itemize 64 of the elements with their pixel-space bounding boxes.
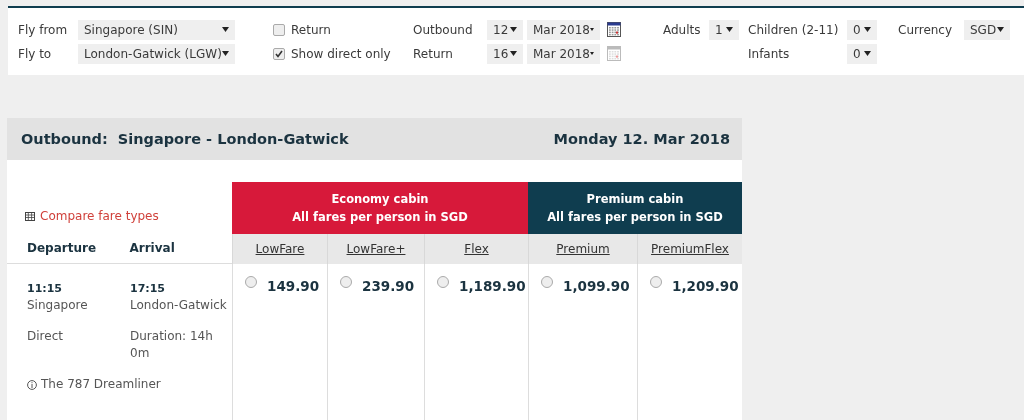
price: 239.90	[362, 278, 415, 294]
price: 1,209.90	[672, 278, 739, 294]
checkbox[interactable]	[273, 23, 285, 36]
field-label: Adults	[663, 22, 702, 37]
fare-type-link[interactable]: LowFare+	[327, 234, 424, 264]
fare-type-link[interactable]: PremiumFlex	[637, 234, 742, 264]
caret-icon	[510, 27, 517, 32]
caret-icon	[510, 51, 517, 56]
dropdown[interactable]: 0	[847, 43, 877, 64]
field-label: Fly from	[18, 22, 69, 37]
cabin-name: Economy cabin	[331, 192, 429, 206]
column-heading: Departure	[27, 241, 98, 255]
radio-button[interactable]	[650, 276, 662, 288]
aircraft-text: The 787 Dreamliner	[41, 376, 161, 393]
fare-type-link[interactable]: Premium	[528, 234, 637, 264]
checkbox-label: Show direct only	[291, 46, 392, 61]
field-label: Return	[413, 46, 454, 61]
dropdown[interactable]: 12	[487, 19, 523, 40]
departure-place: Singapore	[27, 297, 89, 314]
dropdown[interactable]: 0	[847, 19, 877, 40]
cabin-name: Premium cabin	[586, 192, 684, 206]
caret-icon	[590, 27, 594, 32]
dropdown[interactable]: London-Gatwick (LGW)	[78, 43, 235, 64]
radio-button[interactable]	[340, 276, 352, 288]
column-heading: Arrival	[129, 241, 176, 255]
stops-text: Direct	[27, 328, 64, 345]
dropdown[interactable]: Singapore (SIN)	[78, 19, 235, 40]
caret-icon	[222, 51, 229, 56]
dropdown[interactable]: Mar 2018	[527, 19, 600, 40]
dropdown[interactable]: SGD	[964, 19, 1010, 40]
price: 1,189.90	[459, 278, 526, 294]
cabin-note: All fares per person in SGD	[292, 210, 468, 224]
checkbox-label: Return	[291, 22, 332, 37]
table-icon	[25, 211, 35, 221]
radio-button[interactable]	[437, 276, 449, 288]
caret-icon	[864, 51, 871, 56]
caret-icon	[222, 27, 229, 32]
cabin-note: All fares per person in SGD	[547, 210, 723, 224]
calendar-icon[interactable]	[607, 22, 621, 37]
field-label: Currency	[898, 22, 954, 37]
compare-link[interactable]: Compare fare types	[25, 209, 232, 223]
radio-button[interactable]	[541, 276, 553, 288]
field-label: Fly to	[18, 46, 53, 61]
field-label: Infants	[748, 46, 791, 61]
price: 1,099.90	[563, 278, 630, 294]
dropdown[interactable]: 1	[709, 19, 739, 40]
arrival-time: 17:15	[130, 282, 166, 295]
radio-button[interactable]	[245, 276, 257, 288]
price: 149.90	[267, 278, 320, 294]
caret-icon	[864, 27, 871, 32]
caret-icon	[726, 27, 733, 32]
caret-icon	[590, 51, 594, 56]
journey-title: Outbound: Singapore - London-Gatwick	[21, 131, 349, 147]
caret-icon	[997, 27, 1004, 32]
departure-time: 11:15	[27, 282, 63, 295]
field-label: Children (2-11)	[748, 22, 840, 37]
fare-type-link[interactable]: LowFare	[232, 234, 327, 264]
info-icon	[27, 379, 37, 390]
journey-date: Monday 12. Mar 2018	[553, 131, 730, 147]
field-label: Outbound	[413, 22, 474, 37]
duration-text: Duration: 14h 0m	[130, 328, 214, 362]
arrival-place: London-Gatwick	[130, 297, 228, 314]
checkbox[interactable]	[273, 47, 285, 60]
fare-type-link[interactable]: Flex	[424, 234, 528, 264]
